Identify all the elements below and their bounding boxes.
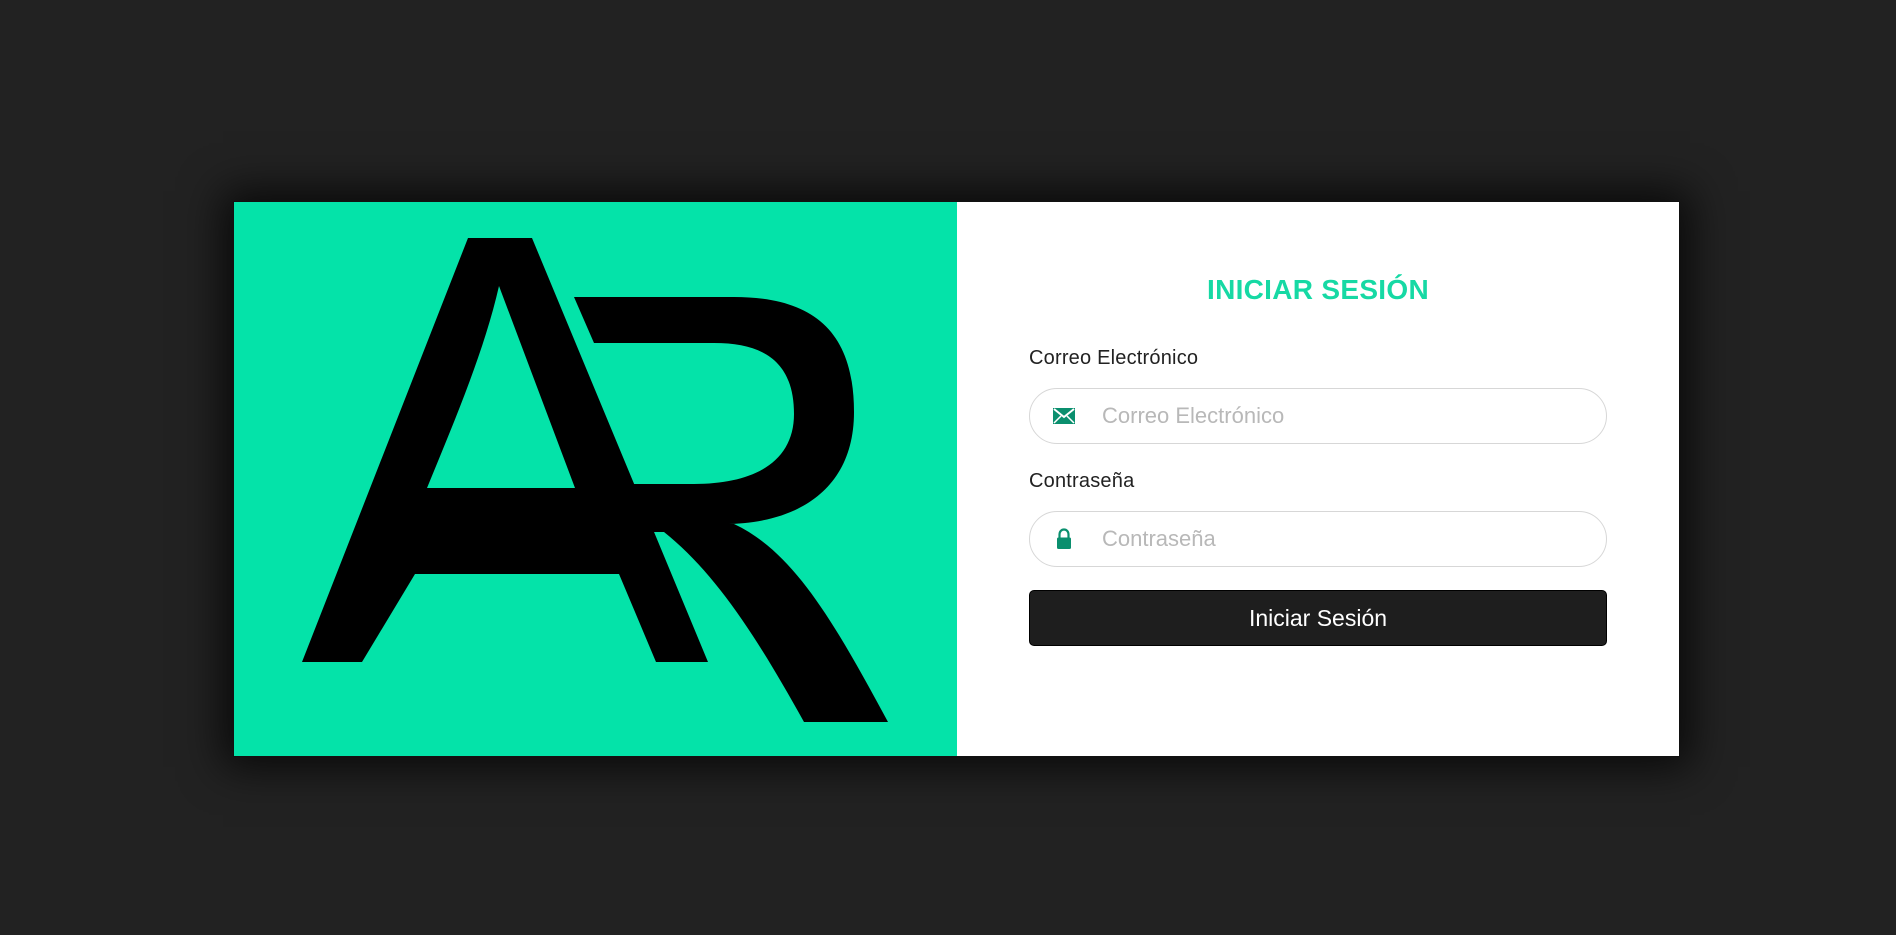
lock-icon: [1052, 527, 1076, 551]
email-input-wrapper[interactable]: [1029, 388, 1607, 444]
ar-logo: [302, 238, 888, 722]
email-label: Correo Electrónico: [1029, 347, 1199, 369]
email-field[interactable]: [1102, 396, 1582, 436]
password-input-wrapper[interactable]: [1029, 511, 1607, 567]
brand-panel: [234, 202, 957, 756]
login-card: INICIAR SESIÓN Correo Electrónico Contra…: [233, 201, 1680, 757]
password-label: Contraseña: [1029, 470, 1135, 492]
login-button[interactable]: Iniciar Sesión: [1029, 590, 1607, 646]
password-field[interactable]: [1102, 519, 1582, 559]
form-title: INICIAR SESIÓN: [1206, 274, 1429, 305]
envelope-icon: [1052, 404, 1076, 428]
login-form: INICIAR SESIÓN Correo Electrónico Contra…: [957, 202, 1679, 756]
